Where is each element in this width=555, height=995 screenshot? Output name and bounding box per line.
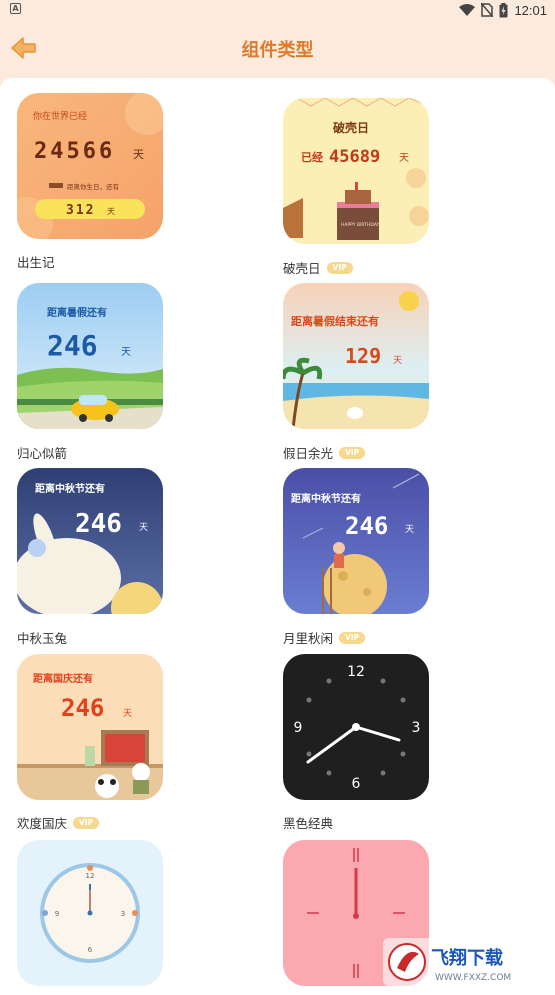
afterglow-line1: 距离暑假结束还有: [291, 314, 379, 328]
moon-unit: 天: [405, 525, 414, 535]
watermark-url: WWW.FXXZ.COM: [435, 973, 511, 983]
widget-card-holiday-afterglow[interactable]: 距离暑假结束还有 129 天: [283, 283, 429, 429]
page-title: 组件类型: [241, 40, 314, 61]
rabbit-line1: 距离中秋节还有: [35, 482, 105, 495]
widget-card-national-day[interactable]: 距离国庆还有 246 天: [17, 654, 163, 800]
hatch-unit: 天: [399, 153, 409, 164]
widget-card-hatch-day[interactable]: 破壳日 已经 45689 天 HAPPY BIRTHDAY: [283, 98, 429, 244]
status-bar: A 12:01: [0, 0, 555, 20]
afterglow-unit: 天: [393, 356, 402, 366]
vip-badge: VIP: [339, 446, 366, 459]
no-sim-icon: [481, 3, 494, 17]
widget-label-holiday-afterglow: 假日余光 VIP: [283, 443, 366, 462]
moon-leisure-preview: 距离中秋节还有 246 天: [283, 468, 429, 614]
battery-charging-icon: [499, 2, 508, 17]
homesick-unit: 天: [121, 347, 131, 358]
widget-label-black-classic: 黑色经典: [283, 816, 334, 831]
national-number: 246: [61, 694, 104, 722]
rabbit-number: 246: [75, 509, 122, 539]
birth-line1: 你在世界已经: [33, 110, 87, 122]
widget-grid: 你在世界已经 24566 天 距离你生日，还有 312 天 出生记 破壳日 已经…: [0, 78, 555, 995]
blue-clock-6: 6: [88, 946, 93, 954]
homesick-line1: 距离暑假还有: [47, 306, 107, 319]
widget-label-birth-record: 出生记: [17, 255, 55, 270]
homesick-preview: 距离暑假还有 246 天: [17, 283, 163, 429]
app-bar: 组件类型: [0, 20, 555, 76]
widget-card-blue-clock[interactable]: 12 3 6 9: [17, 840, 163, 986]
birth-line2: 距离你生日，还有: [67, 182, 120, 191]
hatch-title: 破壳日: [333, 120, 369, 135]
birth-record-preview: 你在世界已经 24566 天 距离你生日，还有 312 天: [17, 93, 163, 239]
widget-card-birth-record[interactable]: 你在世界已经 24566 天 距离你生日，还有 312 天: [17, 93, 163, 239]
widget-label-moon-leisure: 月里秋闲 VIP: [283, 628, 366, 647]
widget-label-homesick: 归心似箭: [17, 446, 68, 461]
afterglow-number: 129: [345, 344, 381, 368]
blue-clock-preview: 12 3 6 9: [17, 840, 163, 986]
vip-badge: VIP: [73, 816, 100, 829]
widget-card-moon-leisure[interactable]: 距离中秋节还有 246 天: [283, 468, 429, 614]
national-day-preview: 距离国庆还有 246 天: [17, 654, 163, 800]
hatch-day-preview: 破壳日 已经 45689 天 HAPPY BIRTHDAY: [283, 98, 429, 244]
holiday-afterglow-preview: 距离暑假结束还有 129 天: [283, 283, 429, 429]
vip-badge: VIP: [326, 261, 353, 274]
moon-line1: 距离中秋节还有: [291, 492, 361, 505]
blue-clock-3: 3: [121, 910, 125, 918]
widget-label-national-day: 欢度国庆 VIP: [17, 813, 100, 832]
blue-clock-12: 12: [86, 872, 95, 880]
widget-label-hatch-day: 破壳日 VIP: [283, 258, 353, 277]
rabbit-unit: 天: [139, 523, 148, 533]
clock-9: 9: [294, 720, 303, 736]
widget-card-jade-rabbit[interactable]: 距离中秋节还有 246 天: [17, 468, 163, 614]
vip-badge: VIP: [339, 631, 366, 644]
notification-icon: A: [10, 3, 21, 14]
widget-card-homesick[interactable]: 距离暑假还有 246 天: [17, 283, 163, 429]
status-time: 12:01: [514, 2, 547, 18]
jade-rabbit-preview: 距离中秋节还有 246 天: [17, 468, 163, 614]
clock-6: 6: [352, 776, 361, 792]
widget-label-jade-rabbit: 中秋玉兔: [17, 631, 68, 646]
clock-3: 3: [412, 720, 421, 736]
cake-text: HAPPY BIRTHDAY: [341, 222, 379, 228]
moon-number: 246: [345, 512, 388, 540]
hatch-number: 45689: [329, 147, 380, 167]
hatch-prefix: 已经: [301, 150, 323, 164]
national-unit: 天: [123, 709, 132, 719]
black-classic-clock: 12 3 6 9: [283, 654, 429, 800]
blue-clock-9: 9: [55, 910, 59, 918]
watermark-brand: 飞翔下载: [431, 947, 503, 969]
status-icons: 12:01: [459, 0, 547, 20]
homesick-number: 246: [47, 329, 98, 362]
birth-countdown-unit: 天: [107, 207, 115, 216]
birth-days-number: 24566: [34, 139, 115, 164]
birth-days-unit: 天: [133, 148, 144, 161]
widget-card-black-classic[interactable]: 12 3 6 9: [283, 654, 429, 800]
birth-countdown-number: 312: [66, 203, 95, 218]
national-line1: 距离国庆还有: [33, 672, 93, 685]
watermark-logo: 飞翔下载 WWW.FXXZ.COM: [383, 938, 543, 986]
wifi-icon: [459, 4, 476, 16]
clock-12: 12: [347, 664, 365, 680]
